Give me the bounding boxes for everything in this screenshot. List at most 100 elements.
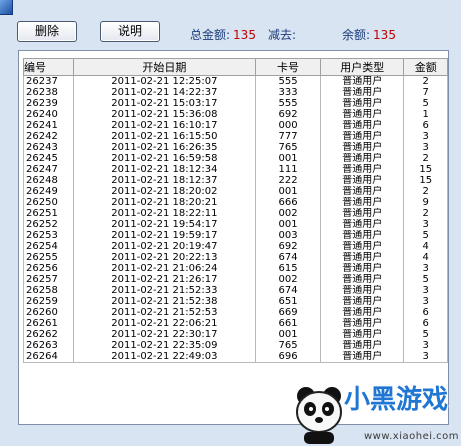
cell-start-date: 2011-02-21 18:12:34: [72, 164, 257, 175]
cell-card-number: 669: [254, 307, 322, 318]
total-amount: 总金额: 135: [190, 26, 256, 43]
table-row[interactable]: 26262 2011-02-21 22:30:17 001 普通用户 5: [23, 329, 448, 340]
cell-user-type: 普通用户: [320, 241, 405, 252]
cell-card-number: 692: [254, 109, 322, 120]
minus-amount: 减去:: [268, 26, 299, 43]
cell-amount: 2: [403, 186, 448, 197]
column-header-card-number[interactable]: 卡号: [254, 58, 322, 76]
cell-start-date: 2011-02-21 12:25:07: [72, 75, 257, 87]
site-watermark: 小黑游戏 www.xiaohei.com: [284, 376, 461, 446]
cell-card-number: 696: [254, 351, 322, 363]
cell-user-type: 普通用户: [320, 98, 405, 109]
table-row[interactable]: 26253 2011-02-21 19:59:17 003 普通用户 5: [23, 230, 448, 241]
cell-id: 26262: [23, 329, 74, 340]
table-row[interactable]: 26247 2011-02-21 18:12:34 111 普通用户 15: [23, 164, 448, 175]
cell-start-date: 2011-02-21 22:35:09: [72, 340, 257, 351]
cell-user-type: 普通用户: [320, 263, 405, 274]
cell-id: 26243: [23, 142, 74, 153]
cell-id: 26261: [23, 318, 74, 329]
table-row[interactable]: 26259 2011-02-21 21:52:38 651 普通用户 3: [23, 296, 448, 307]
cell-card-number: 001: [254, 153, 322, 164]
cell-amount: 1: [403, 109, 448, 120]
cell-id: 26260: [23, 307, 74, 318]
cell-user-type: 普通用户: [320, 219, 405, 230]
cell-id: 26237: [23, 75, 74, 87]
cell-amount: 15: [403, 175, 448, 186]
cell-card-number: 651: [254, 296, 322, 307]
cell-user-type: 普通用户: [320, 164, 405, 175]
records-grid[interactable]: 编号 开始日期 卡号 用户类型 金额 26237 2011-02-21 12:25…: [18, 50, 449, 425]
cell-id: 26257: [23, 274, 74, 285]
watermark-logo-text: 小黑游戏: [344, 385, 449, 415]
table-row[interactable]: 26237 2011-02-21 12:25:07 555 普通用户 2: [23, 75, 448, 87]
table-row[interactable]: 26241 2011-02-21 16:10:17 000 普通用户 6: [23, 120, 448, 131]
total-amount-label: 总金额:: [190, 28, 231, 42]
table-row[interactable]: 26242 2011-02-21 16:15:50 777 普通用户 3: [23, 131, 448, 142]
table-row[interactable]: 26256 2011-02-21 21:06:24 615 普通用户 3: [23, 263, 448, 274]
table-row[interactable]: 26250 2011-02-21 18:20:21 666 普通用户 9: [23, 197, 448, 208]
cell-card-number: 555: [254, 98, 322, 109]
help-button[interactable]: 说明: [100, 21, 160, 42]
table-row[interactable]: 26255 2011-02-21 20:22:13 674 普通用户 4: [23, 252, 448, 263]
delete-button[interactable]: 删除: [17, 21, 77, 42]
cell-card-number: 615: [254, 263, 322, 274]
cell-start-date: 2011-02-21 16:10:17: [72, 120, 257, 131]
column-header-amount[interactable]: 金额: [403, 58, 448, 76]
cell-amount: 6: [403, 307, 448, 318]
cell-user-type: 普通用户: [320, 296, 405, 307]
cell-amount: 9: [403, 197, 448, 208]
table-row[interactable]: 26258 2011-02-21 21:52:33 674 普通用户 3: [23, 285, 448, 296]
cell-user-type: 普通用户: [320, 75, 405, 87]
cell-amount: 6: [403, 120, 448, 131]
cell-id: 26238: [23, 87, 74, 98]
column-header-user-type[interactable]: 用户类型: [320, 58, 405, 76]
cell-start-date: 2011-02-21 14:22:37: [72, 87, 257, 98]
cell-user-type: 普通用户: [320, 252, 405, 263]
cell-start-date: 2011-02-21 19:59:17: [72, 230, 257, 241]
cell-card-number: 111: [254, 164, 322, 175]
cell-amount: 5: [403, 329, 448, 340]
cell-user-type: 普通用户: [320, 340, 405, 351]
cell-card-number: 222: [254, 175, 322, 186]
cell-card-number: 000: [254, 120, 322, 131]
cell-amount: 15: [403, 164, 448, 175]
table-row[interactable]: 26251 2011-02-21 18:22:11 002 普通用户 2: [23, 208, 448, 219]
table-row[interactable]: 26264 2011-02-21 22:49:03 696 普通用户 3: [23, 351, 448, 363]
column-header-start-date[interactable]: 开始日期: [72, 58, 257, 76]
cell-card-number: 002: [254, 274, 322, 285]
cell-card-number: 001: [254, 329, 322, 340]
cell-user-type: 普通用户: [320, 318, 405, 329]
table-row[interactable]: 26252 2011-02-21 19:54:17 001 普通用户 3: [23, 219, 448, 230]
cell-user-type: 普通用户: [320, 131, 405, 142]
table-row[interactable]: 26239 2011-02-21 15:03:17 555 普通用户 5: [23, 98, 448, 109]
table-row[interactable]: 26263 2011-02-21 22:35:09 765 普通用户 3: [23, 340, 448, 351]
table-row[interactable]: 26249 2011-02-21 18:20:02 001 普通用户 2: [23, 186, 448, 197]
table-row[interactable]: 26248 2011-02-21 18:12:37 222 普通用户 15: [23, 175, 448, 186]
table-row[interactable]: 26254 2011-02-21 20:19:47 692 普通用户 4: [23, 241, 448, 252]
cell-card-number: 674: [254, 285, 322, 296]
cell-start-date: 2011-02-21 18:12:37: [72, 175, 257, 186]
cell-id: 26250: [23, 197, 74, 208]
cell-user-type: 普通用户: [320, 186, 405, 197]
cell-user-type: 普通用户: [320, 197, 405, 208]
table-row[interactable]: 26257 2011-02-21 21:26:17 002 普通用户 5: [23, 274, 448, 285]
cell-id: 26245: [23, 153, 74, 164]
cell-id: 26239: [23, 98, 74, 109]
cell-user-type: 普通用户: [320, 142, 405, 153]
table-row[interactable]: 26261 2011-02-21 22:06:21 661 普通用户 6: [23, 318, 448, 329]
records-table: 编号 开始日期 卡号 用户类型 金额 26237 2011-02-21 12:25…: [23, 58, 448, 363]
table-row[interactable]: 26238 2011-02-21 14:22:37 333 普通用户 7: [23, 87, 448, 98]
column-header-id[interactable]: 编号: [23, 58, 74, 76]
total-amount-value: 135: [233, 28, 256, 42]
table-row[interactable]: 26245 2011-02-21 16:59:58 001 普通用户 2: [23, 153, 448, 164]
cell-start-date: 2011-02-21 18:20:21: [72, 197, 257, 208]
cell-start-date: 2011-02-21 15:36:08: [72, 109, 257, 120]
table-row[interactable]: 26260 2011-02-21 21:52:53 669 普通用户 6: [23, 307, 448, 318]
cell-start-date: 2011-02-21 21:52:53: [72, 307, 257, 318]
cell-amount: 5: [403, 230, 448, 241]
cell-card-number: 661: [254, 318, 322, 329]
cell-amount: 2: [403, 208, 448, 219]
table-row[interactable]: 26243 2011-02-21 16:26:35 765 普通用户 3: [23, 142, 448, 153]
table-row[interactable]: 26240 2011-02-21 15:36:08 692 普通用户 1: [23, 109, 448, 120]
balance-label: 余额:: [342, 28, 371, 42]
